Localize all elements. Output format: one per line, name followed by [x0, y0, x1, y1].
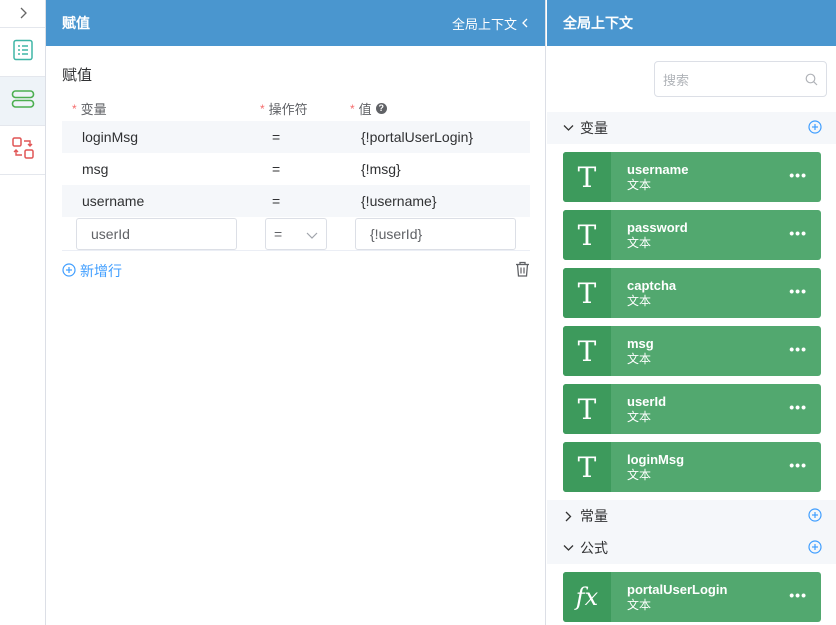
- add-formula-icon[interactable]: [808, 540, 822, 557]
- more-icon[interactable]: •••: [789, 167, 807, 183]
- more-icon[interactable]: •••: [789, 283, 807, 299]
- row-operator: =: [272, 193, 281, 209]
- rail-expand-button[interactable]: [0, 0, 45, 28]
- list-doc-icon: [12, 39, 34, 66]
- add-variable-icon[interactable]: [808, 120, 822, 137]
- assignment-header: 赋值 全局上下文: [46, 0, 545, 46]
- chevron-down-icon: [563, 544, 574, 552]
- column-label: 变量: [80, 102, 107, 117]
- text-type-icon: T: [563, 210, 611, 260]
- required-mark: *: [260, 101, 265, 116]
- table-row[interactable]: loginMsg = {!portalUserLogin}: [62, 121, 530, 153]
- column-header-variable: * 变量: [72, 99, 107, 118]
- column-label: 操作符: [268, 102, 308, 117]
- chevron-left-icon: [521, 16, 529, 31]
- rail-item-swap[interactable]: [0, 126, 45, 175]
- more-icon[interactable]: •••: [789, 587, 807, 603]
- global-context-toggle[interactable]: 全局上下文: [452, 14, 529, 33]
- table-row[interactable]: msg = {!msg}: [62, 153, 530, 185]
- global-context-header: 全局上下文: [547, 0, 836, 46]
- row-operator: =: [272, 161, 281, 177]
- group-label: 变量: [580, 120, 608, 136]
- global-context-panel: 全局上下文 搜索 变量 T username 文本 ••• T password 文…: [547, 0, 836, 625]
- search-placeholder: 搜索: [663, 72, 690, 88]
- variable-card[interactable]: T msg 文本 •••: [563, 326, 821, 376]
- left-rail: [0, 0, 46, 625]
- chevron-right-icon: [18, 6, 28, 22]
- add-row-button[interactable]: 新增行: [62, 261, 122, 281]
- group-label: 常量: [580, 508, 608, 524]
- plus-circle-icon: [62, 262, 76, 280]
- formula-card[interactable]: fx portalUserLogin 文本 •••: [563, 572, 821, 622]
- swap-icon: [11, 136, 35, 165]
- group-variables[interactable]: 变量: [547, 112, 836, 144]
- row-variable: username: [82, 193, 145, 209]
- text-type-icon: T: [563, 384, 611, 434]
- row-operator: =: [272, 129, 281, 145]
- global-context-label: 全局上下文: [451, 16, 517, 32]
- operator-select-value: =: [274, 226, 283, 242]
- add-constant-icon[interactable]: [808, 508, 822, 525]
- chevron-down-icon: [563, 124, 574, 132]
- required-mark: *: [350, 101, 355, 116]
- text-type-icon: T: [563, 442, 611, 492]
- group-formulas[interactable]: 公式: [547, 532, 836, 564]
- group-label: 公式: [580, 540, 608, 556]
- formula-icon: fx: [563, 572, 611, 622]
- search-icon: [805, 73, 818, 89]
- value-input[interactable]: {!userId}: [355, 218, 516, 250]
- operator-select[interactable]: =: [265, 218, 327, 250]
- column-header-operator: * 操作符: [260, 99, 308, 118]
- trash-icon[interactable]: [515, 261, 530, 282]
- chevron-right-icon: [563, 511, 574, 522]
- rail-item-list[interactable]: [0, 28, 45, 77]
- row-variable: msg: [82, 161, 109, 177]
- more-icon[interactable]: •••: [789, 341, 807, 357]
- row-value: {!portalUserLogin}: [361, 129, 474, 145]
- assignment-panel: 赋值 全局上下文 赋值 * 变量 * 操作符 * 值 ? loginMsg = …: [46, 0, 546, 625]
- variable-card[interactable]: T userId 文本 •••: [563, 384, 821, 434]
- table-row[interactable]: username = {!username}: [62, 185, 530, 217]
- add-row-label: 新增行: [80, 263, 122, 279]
- required-mark: *: [72, 101, 77, 116]
- column-label: 值: [358, 102, 372, 117]
- chevron-down-icon: [306, 228, 318, 244]
- row-variable: loginMsg: [82, 129, 139, 145]
- column-header-value: * 值 ?: [350, 99, 387, 118]
- variable-card[interactable]: T loginMsg 文本 •••: [563, 442, 821, 492]
- variable-card[interactable]: T username 文本 •••: [563, 152, 821, 202]
- rail-item-assignment[interactable]: [0, 77, 45, 126]
- group-constants[interactable]: 常量: [547, 500, 836, 532]
- more-icon[interactable]: •••: [789, 225, 807, 241]
- variable-card[interactable]: T password 文本 •••: [563, 210, 821, 260]
- help-icon[interactable]: ?: [375, 103, 387, 114]
- app-root: 赋值 全局上下文 赋值 * 变量 * 操作符 * 值 ? loginMsg = …: [0, 0, 836, 625]
- text-type-icon: T: [563, 268, 611, 318]
- text-type-icon: T: [563, 152, 611, 202]
- variable-input[interactable]: userId: [76, 218, 237, 250]
- more-icon[interactable]: •••: [789, 457, 807, 473]
- header-title: 赋值: [62, 15, 90, 31]
- more-icon[interactable]: •••: [789, 399, 807, 415]
- variable-card[interactable]: T captcha 文本 •••: [563, 268, 821, 318]
- row-value: {!username}: [361, 193, 437, 209]
- row-value: {!msg}: [361, 161, 401, 177]
- section-title: 赋值: [62, 67, 93, 84]
- search-input[interactable]: 搜索: [654, 61, 827, 97]
- assignment-icon: [11, 89, 35, 114]
- divider: [62, 250, 530, 251]
- text-type-icon: T: [563, 326, 611, 376]
